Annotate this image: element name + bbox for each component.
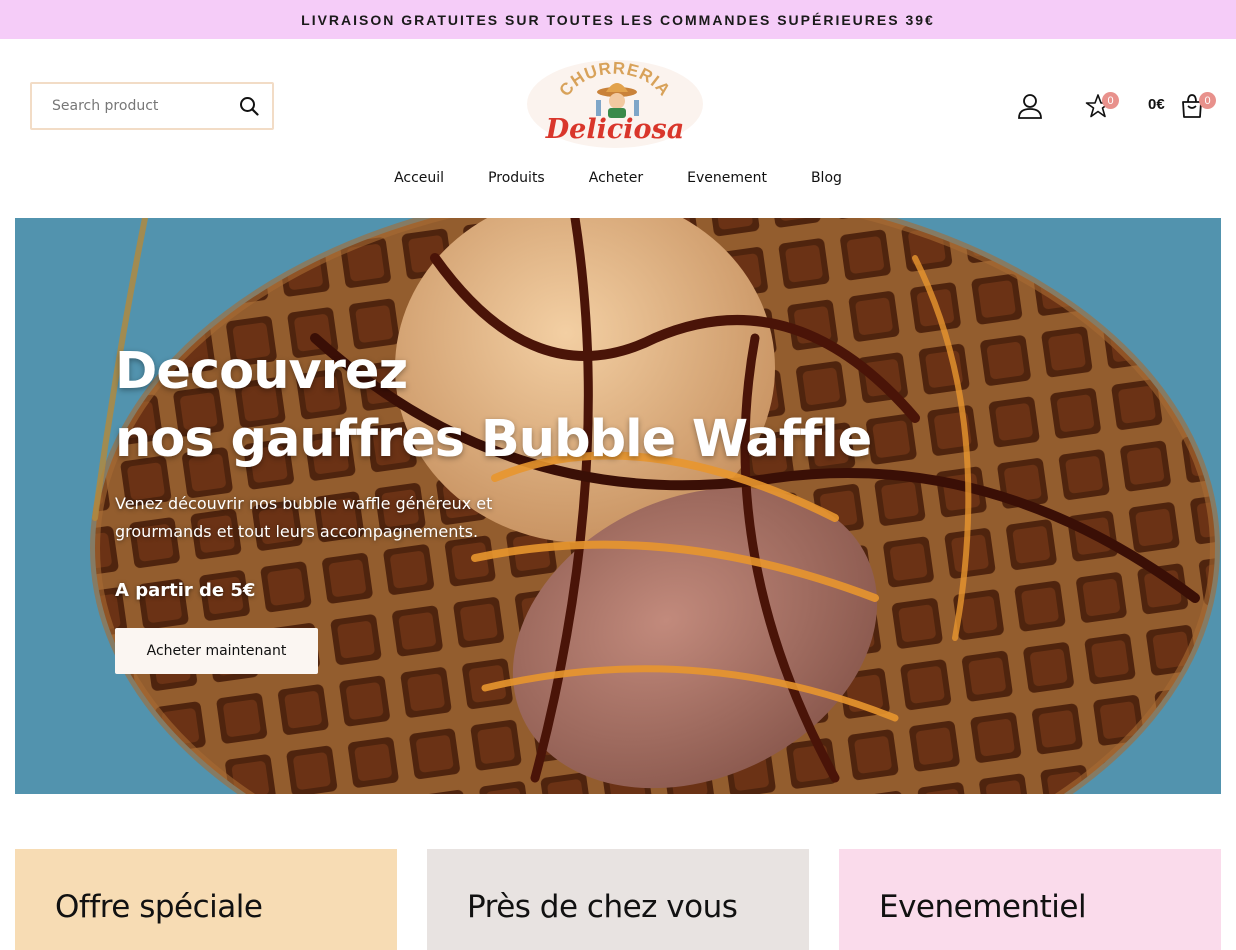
search-box [30, 82, 274, 130]
card-title: Offre spéciale [55, 889, 263, 925]
wishlist-count-badge: 0 [1102, 92, 1119, 109]
card-special-offer[interactable]: Offre spéciale [15, 849, 397, 950]
wishlist-button[interactable]: 0 [1080, 90, 1119, 122]
nav-item-evenement[interactable]: Evenement [665, 166, 789, 192]
card-title: Evenementiel [879, 889, 1087, 925]
cart-total: 0€ [1148, 96, 1165, 113]
promo-text: LIVRAISON GRATUITES SUR TOUTES LES COMMA… [301, 11, 935, 28]
user-icon [1018, 94, 1042, 119]
promo-bar: LIVRAISON GRATUITES SUR TOUTES LES COMMA… [0, 0, 1236, 39]
search-input[interactable] [52, 98, 238, 114]
account-button[interactable] [1014, 90, 1046, 122]
nav-item-produits[interactable]: Produits [466, 166, 567, 192]
hero-price: A partir de 5€ [115, 580, 256, 601]
card-title: Près de chez vous [467, 889, 738, 925]
nav-item-acceuil[interactable]: Acceuil [372, 166, 466, 192]
cart-count-badge: 0 [1199, 92, 1216, 109]
hero-title-line2: nos gauffres Bubble Waffle [115, 410, 872, 469]
search-icon[interactable] [238, 95, 260, 117]
hero-description: Venez découvrir nos bubble waffle génére… [115, 494, 493, 541]
buy-now-button[interactable]: Acheter maintenant [115, 628, 318, 674]
hero-title-line1: Decouvrez [115, 342, 408, 401]
logo[interactable]: CHURRERIA Deliciosa [524, 58, 706, 150]
hero-banner: Decouvrez nos gauffres Bubble Waffle Ven… [15, 218, 1221, 794]
nav-item-blog[interactable]: Blog [789, 166, 864, 192]
cart-button[interactable]: 0 [1176, 90, 1216, 122]
hero-title: Decouvrez nos gauffres Bubble Waffle [115, 338, 875, 474]
card-events[interactable]: Evenementiel [839, 849, 1221, 950]
main-nav: Acceuil Produits Acheter Evenement Blog [0, 166, 1236, 192]
card-near-you[interactable]: Près de chez vous [427, 849, 809, 950]
nav-item-acheter[interactable]: Acheter [567, 166, 665, 192]
logo-bottom-text: Deliciosa [545, 114, 685, 145]
